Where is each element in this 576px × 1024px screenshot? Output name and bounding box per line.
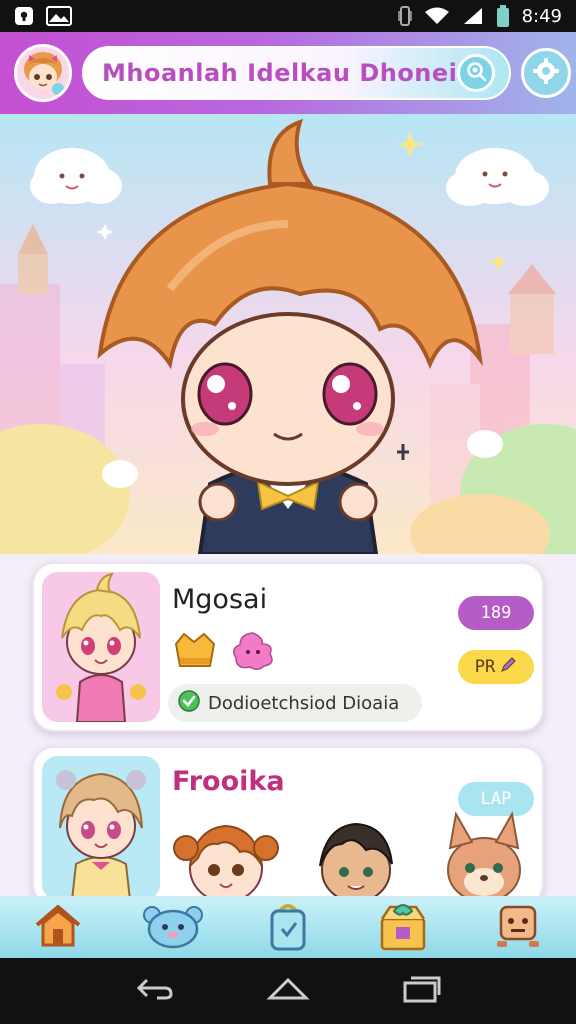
- battery-icon: [496, 4, 510, 28]
- hero-illustration: [0, 118, 576, 554]
- search-icon: [465, 60, 487, 86]
- status-chip-text: Dodioetchsiod Dioaia: [208, 692, 400, 714]
- app-header: Mhoanlah Idelkau Dhonei: [0, 32, 576, 114]
- settings-button[interactable]: [521, 48, 572, 98]
- card-title: Frooika: [172, 766, 285, 797]
- pencil-icon: [499, 656, 517, 679]
- robot-icon: [495, 903, 541, 953]
- rank-tag[interactable]: PR: [458, 650, 534, 684]
- nav-bag[interactable]: [258, 900, 318, 956]
- nav-friends[interactable]: [488, 900, 548, 956]
- status-chip: Dodioetchsiod Dioaia: [168, 684, 422, 722]
- back-icon[interactable]: [135, 976, 175, 1006]
- recents-icon[interactable]: [401, 975, 441, 1007]
- crown-badge-icon: [172, 630, 218, 676]
- bottom-navigation: [0, 896, 576, 958]
- notification-icon: [14, 6, 34, 26]
- pink-blob-badge-icon: [230, 630, 276, 676]
- status-right: 8:49: [397, 4, 562, 28]
- check-icon: [178, 690, 200, 716]
- signal-icon: [462, 6, 484, 26]
- character-thumbnail[interactable]: [42, 756, 160, 900]
- settings-icon: [532, 57, 560, 89]
- nav-gifts[interactable]: [373, 900, 433, 956]
- title-pill: Mhoanlah Idelkau Dhonei: [82, 46, 512, 100]
- character-card[interactable]: Mgosai 189 PR Dodioetchsiod Dioaia: [32, 562, 544, 732]
- status-bar: 8:49: [0, 0, 576, 32]
- character-thumbnail[interactable]: [42, 572, 160, 722]
- character-group: [166, 808, 538, 906]
- card-title: Mgosai: [172, 584, 268, 615]
- system-navigation-bar: [0, 958, 576, 1024]
- app-title: Mhoanlah Idelkau Dhonei: [102, 59, 458, 87]
- home-icon: [33, 903, 83, 953]
- level-tag: 189: [458, 596, 534, 630]
- home-nav-icon[interactable]: [266, 976, 310, 1006]
- search-button[interactable]: [457, 54, 496, 92]
- badge-row: [172, 630, 276, 676]
- profile-avatar[interactable]: [14, 44, 72, 102]
- status-time: 8:49: [521, 5, 562, 27]
- pet-icon: [142, 903, 204, 953]
- nav-home[interactable]: [28, 900, 88, 956]
- photo-icon: [46, 6, 72, 26]
- hero-banner: [0, 114, 576, 554]
- nav-pets[interactable]: [142, 900, 204, 956]
- gift-box-icon: [376, 901, 430, 955]
- vibrate-icon: [397, 5, 412, 27]
- status-left: [14, 6, 72, 26]
- bag-icon: [268, 901, 308, 955]
- wifi-icon: [424, 6, 450, 26]
- character-card[interactable]: Frooika LAP: [32, 746, 544, 906]
- rank-tag-label: PR: [474, 657, 496, 677]
